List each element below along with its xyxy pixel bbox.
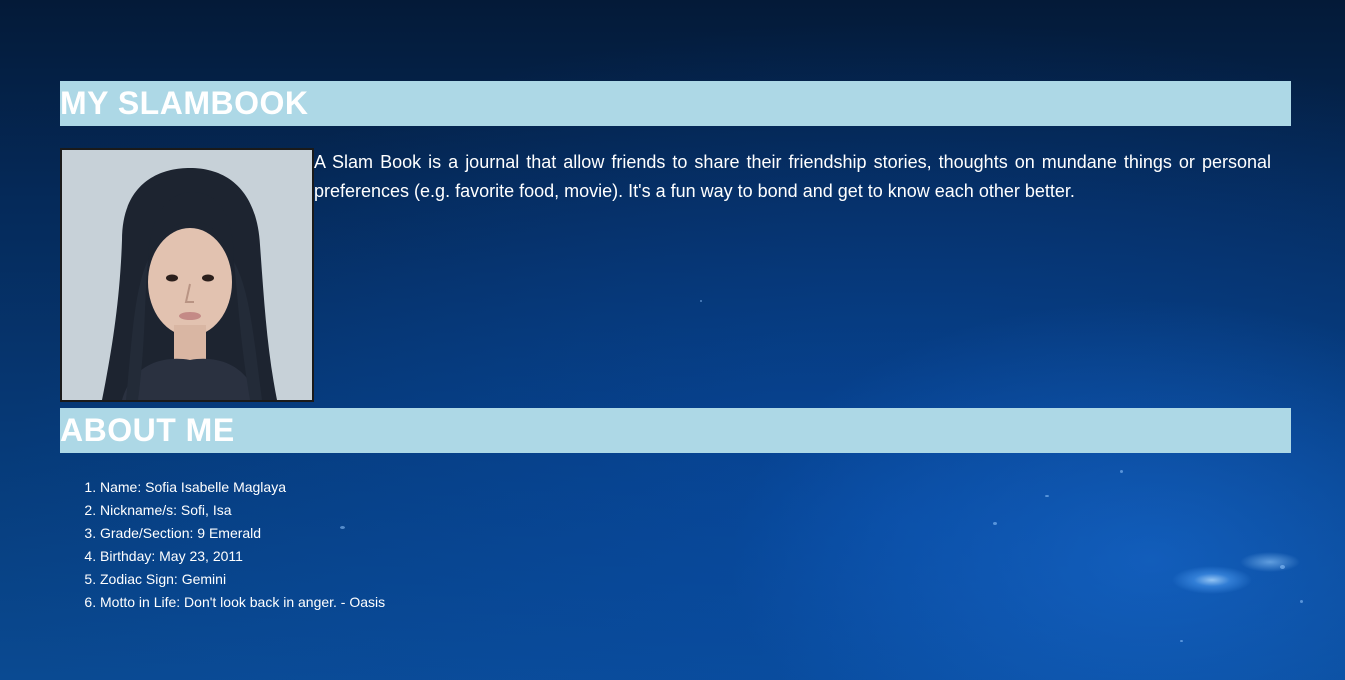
about-item-zodiac: Zodiac Sign: Gemini	[100, 568, 385, 591]
about-item-name: Name: Sofia Isabelle Maglaya	[100, 476, 385, 499]
about-item-birthday: Birthday: May 23, 2011	[100, 545, 385, 568]
about-list: Name: Sofia Isabelle Maglaya Nickname/s:…	[60, 476, 385, 614]
profile-photo	[60, 148, 314, 402]
about-item-motto: Motto in Life: Don't look back in anger.…	[100, 591, 385, 614]
portrait-photo-icon	[62, 150, 312, 400]
page-title: MY SLAMBOOK	[60, 85, 309, 121]
about-title: ABOUT ME	[60, 412, 235, 448]
about-item-grade-section: Grade/Section: 9 Emerald	[100, 522, 385, 545]
about-item-nickname: Nickname/s: Sofi, Isa	[100, 499, 385, 522]
title-banner: MY SLAMBOOK	[60, 81, 1291, 126]
intro-paragraph: A Slam Book is a journal that allow frie…	[314, 152, 1271, 201]
about-banner: ABOUT ME	[60, 408, 1291, 453]
